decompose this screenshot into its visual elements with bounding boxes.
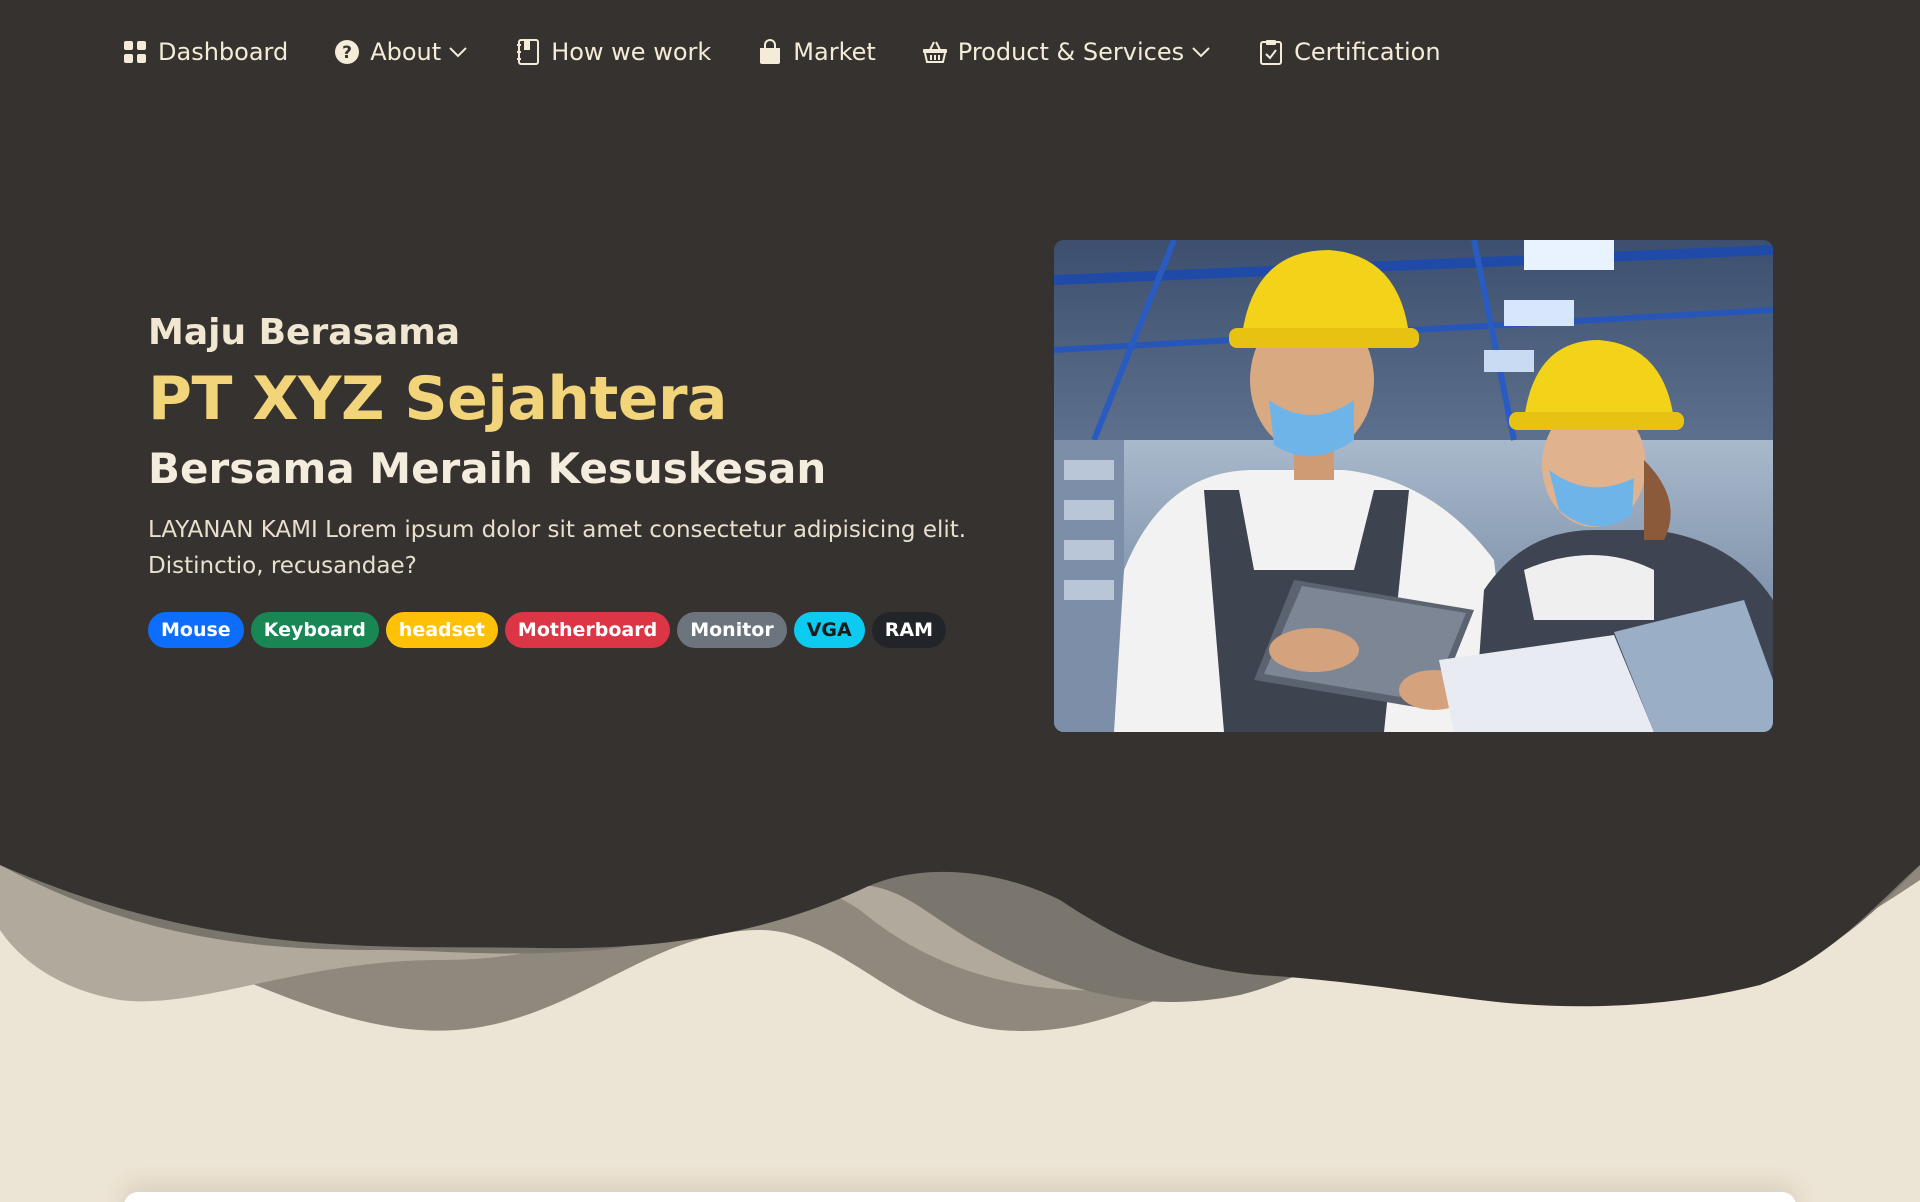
nav-label-dashboard: Dashboard: [158, 38, 289, 66]
badge-vga: VGA: [793, 612, 865, 648]
nav-label-product-services: Product & Services: [957, 38, 1185, 66]
question-circle-icon: ?: [334, 39, 360, 65]
nav-label-market: Market: [793, 38, 876, 66]
company-name: PT XYZ Sejahtera: [148, 364, 728, 434]
journal-icon: [515, 39, 541, 65]
hero-tagline: Maju Berasama: [148, 312, 461, 353]
nav-label-about: About: [370, 38, 442, 66]
shopping-bag-icon: [757, 39, 783, 65]
badge-ram: RAM: [871, 612, 946, 648]
nav-item-market[interactable]: Market: [757, 38, 876, 66]
badge-keyboard: Keyboard: [250, 612, 379, 648]
clipboard-check-icon: [1258, 39, 1284, 65]
grid-icon: [122, 39, 148, 65]
chevron-down-icon: [1190, 41, 1212, 63]
nav-item-how-we-work[interactable]: How we work: [515, 38, 711, 66]
nav-label-how-we-work: How we work: [551, 38, 712, 66]
badge-monitor: Monitor: [677, 612, 787, 648]
badge-motherboard: Motherboard: [504, 612, 671, 648]
nav-item-dashboard[interactable]: Dashboard: [122, 38, 288, 66]
basket-icon: [922, 39, 948, 65]
chevron-down-icon: [447, 41, 469, 63]
nav-item-about[interactable]: ? About: [334, 38, 469, 66]
product-badges: Mouse Keyboard headset Motherboard Monit…: [148, 612, 1008, 648]
content-card: [124, 1192, 1796, 1202]
hero-content: Maju Berasama PT XYZ Sejahtera Bersama M…: [148, 306, 1008, 648]
hero-image: [1054, 240, 1773, 732]
hero-slogan: Bersama Meraih Kesuskesan: [148, 444, 827, 493]
svg-text:?: ?: [342, 43, 352, 63]
hero-description: LAYANAN KAMI Lorem ipsum dolor sit amet …: [148, 517, 967, 579]
nav-item-product-services[interactable]: Product & Services: [922, 38, 1212, 66]
top-navbar: Dashboard ? About How we work Market Pro…: [0, 0, 1920, 104]
nav-label-certification: Certification: [1294, 38, 1441, 66]
badge-mouse: Mouse: [148, 612, 244, 648]
nav-item-certification[interactable]: Certification: [1258, 38, 1441, 66]
badge-headset: headset: [385, 612, 498, 648]
